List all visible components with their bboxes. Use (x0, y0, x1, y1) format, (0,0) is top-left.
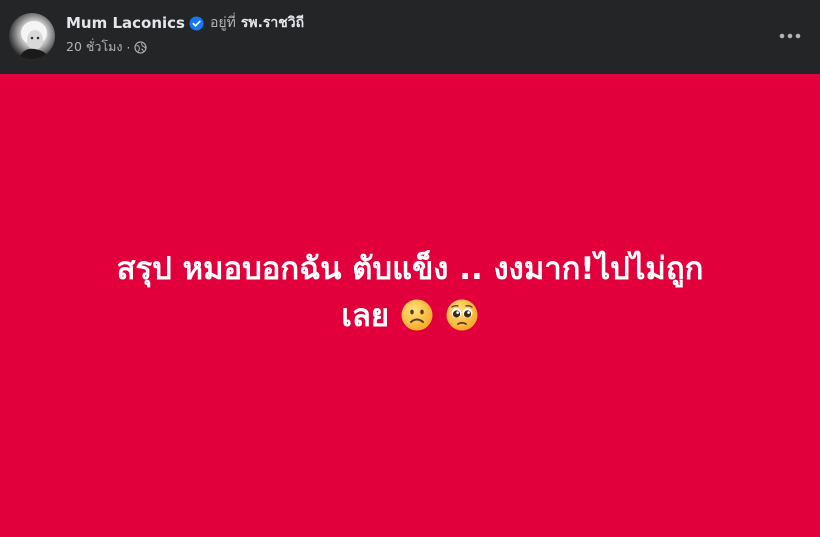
verified-badge-icon (189, 15, 204, 31)
location-link[interactable]: รพ.ราชวิถี (241, 12, 304, 34)
avatar-portrait (19, 21, 49, 59)
post-header: Mum Laconics อยู่ที่ รพ.ราชวิถี 20 ชั่วโ… (0, 0, 820, 74)
post-meta: 20 ชั่วโมง · (66, 37, 148, 57)
post-text-line2: เลย (341, 297, 390, 334)
author-line: Mum Laconics อยู่ที่ รพ.ราชวิถี (66, 13, 304, 33)
more-horizontal-icon (779, 33, 801, 39)
more-options-button[interactable] (772, 18, 808, 54)
author-name[interactable]: Mum Laconics (66, 14, 185, 32)
post-text-line1: สรุป หมอบอกฉัน ตับแข็ง .. งงมาก!ไปไม่ถูก (116, 250, 704, 287)
post-timestamp[interactable]: 20 ชั่วโมง (66, 37, 122, 57)
author-avatar[interactable] (9, 13, 55, 59)
pleading-face-emoji (445, 298, 479, 332)
location-prefix: อยู่ที่ (209, 15, 236, 31)
post-body: สรุป หมอบอกฉัน ตับแข็ง .. งงมาก!ไปไม่ถูก… (30, 246, 790, 340)
frowning-face-emoji (400, 298, 434, 332)
post-background: สรุป หมอบอกฉัน ตับแข็ง .. งงมาก!ไปไม่ถูก… (0, 74, 820, 537)
globe-icon[interactable] (134, 40, 148, 54)
meta-separator: · (126, 39, 131, 55)
